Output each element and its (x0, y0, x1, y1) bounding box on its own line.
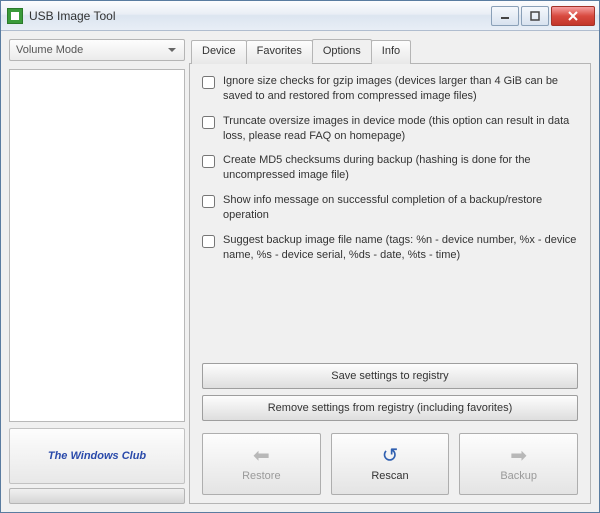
option-md5-label: Create MD5 checksums during backup (hash… (223, 153, 578, 183)
tab-info[interactable]: Info (371, 40, 411, 64)
left-column: Volume Mode The Windows Club (9, 39, 185, 504)
backup-button[interactable]: ➡ Backup (459, 433, 578, 495)
tabstrip: Device Favorites Options Info (191, 39, 591, 63)
rescan-label: Rescan (371, 470, 408, 482)
save-registry-button[interactable]: Save settings to registry (202, 363, 578, 389)
option-md5[interactable]: Create MD5 checksums during backup (hash… (202, 153, 578, 183)
app-icon (7, 8, 23, 24)
window-title: USB Image Tool (29, 9, 489, 23)
titlebar: USB Image Tool (1, 1, 599, 31)
tab-options[interactable]: Options (312, 39, 372, 63)
window-controls (489, 6, 595, 26)
maximize-button[interactable] (521, 6, 549, 26)
option-truncate[interactable]: Truncate oversize images in device mode … (202, 114, 578, 144)
minimize-button[interactable] (491, 6, 519, 26)
option-suggest-name-label: Suggest backup image file name (tags: %n… (223, 233, 578, 263)
options-page: Ignore size checks for gzip images (devi… (189, 63, 591, 504)
option-infomsg-label: Show info message on successful completi… (223, 193, 578, 223)
option-infomsg-checkbox[interactable] (202, 195, 215, 208)
action-row: ⬅ Restore ↺ Rescan ➡ Backup (202, 433, 578, 495)
option-md5-checkbox[interactable] (202, 155, 215, 168)
restore-label: Restore (242, 470, 281, 482)
remove-registry-button[interactable]: Remove settings from registry (including… (202, 395, 578, 421)
restore-button[interactable]: ⬅ Restore (202, 433, 321, 495)
option-ignore-size-checkbox[interactable] (202, 76, 215, 89)
tab-device[interactable]: Device (191, 40, 247, 64)
close-button[interactable] (551, 6, 595, 26)
option-suggest-name-checkbox[interactable] (202, 235, 215, 248)
arrow-left-icon: ⬅ (253, 446, 270, 466)
progress-bar (9, 488, 185, 504)
rescan-button[interactable]: ↺ Rescan (331, 433, 450, 495)
option-ignore-size[interactable]: Ignore size checks for gzip images (devi… (202, 74, 578, 104)
refresh-icon: ↺ (382, 446, 399, 466)
right-column: Device Favorites Options Info Ignore siz… (189, 39, 591, 504)
mode-select[interactable]: Volume Mode (9, 39, 185, 61)
arrow-right-icon: ➡ (510, 446, 527, 466)
device-list[interactable] (9, 69, 185, 422)
option-truncate-label: Truncate oversize images in device mode … (223, 114, 578, 144)
main-window: USB Image Tool Volume Mode The Windows C… (0, 0, 600, 513)
backup-label: Backup (500, 470, 537, 482)
logo-panel: The Windows Club (9, 428, 185, 484)
close-icon (568, 11, 578, 21)
option-truncate-checkbox[interactable] (202, 116, 215, 129)
tab-favorites[interactable]: Favorites (246, 40, 313, 64)
body: Volume Mode The Windows Club Device Favo… (1, 31, 599, 512)
option-suggest-name[interactable]: Suggest backup image file name (tags: %n… (202, 233, 578, 263)
option-ignore-size-label: Ignore size checks for gzip images (devi… (223, 74, 578, 104)
logo-text: The Windows Club (48, 450, 146, 462)
mode-select-value: Volume Mode (16, 44, 83, 56)
minimize-icon (500, 11, 510, 21)
option-infomsg[interactable]: Show info message on successful completi… (202, 193, 578, 223)
maximize-icon (530, 11, 540, 21)
spacer (202, 272, 578, 363)
